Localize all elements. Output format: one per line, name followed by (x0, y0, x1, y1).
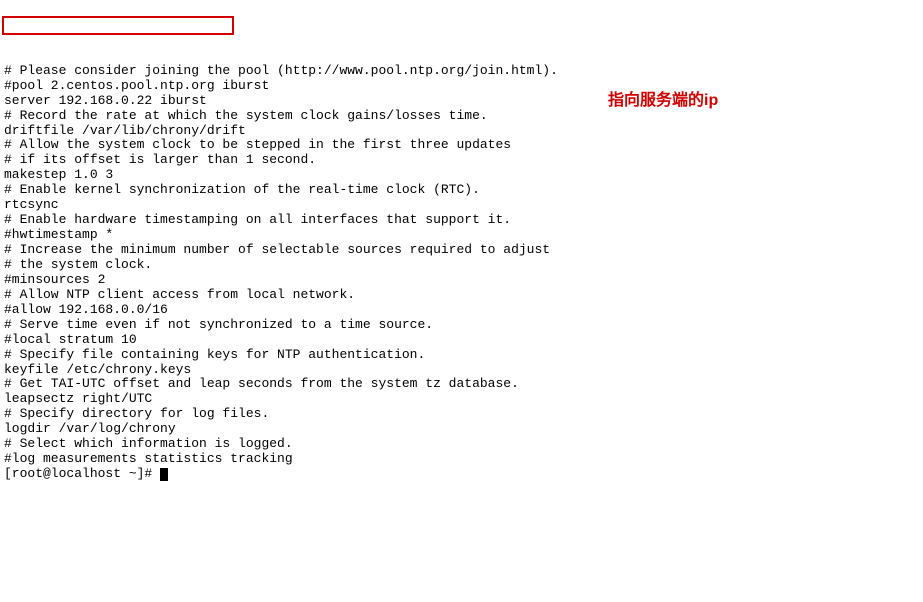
highlight-rectangle (2, 16, 234, 35)
terminal-line: # Please consider joining the pool (http… (4, 64, 919, 79)
terminal-line: # if its offset is larger than 1 second. (4, 153, 919, 168)
terminal-line: #minsources 2 (4, 273, 919, 288)
terminal-line: [root@localhost ~]# (4, 467, 919, 482)
terminal-line: # Serve time even if not synchronized to… (4, 318, 919, 333)
terminal-line: makestep 1.0 3 (4, 168, 919, 183)
terminal-line: # the system clock. (4, 258, 919, 273)
terminal-line: #allow 192.168.0.0/16 (4, 303, 919, 318)
terminal-line: # Select which information is logged. (4, 437, 919, 452)
terminal-line: #log measurements statistics tracking (4, 452, 919, 467)
terminal-line: # Get TAI-UTC offset and leap seconds fr… (4, 377, 919, 392)
terminal-line: rtcsync (4, 198, 919, 213)
terminal-line: # Record the rate at which the system cl… (4, 109, 919, 124)
terminal-line: # Enable hardware timestamping on all in… (4, 213, 919, 228)
terminal-line: #pool 2.centos.pool.ntp.org iburst (4, 79, 919, 94)
terminal-line: # Specify file containing keys for NTP a… (4, 348, 919, 363)
terminal-line: #local stratum 10 (4, 333, 919, 348)
cursor-icon (160, 468, 168, 481)
terminal-line: # Allow NTP client access from local net… (4, 288, 919, 303)
terminal-line: # Enable kernel synchronization of the r… (4, 183, 919, 198)
terminal-line: server 192.168.0.22 iburst (4, 94, 919, 109)
terminal-line: logdir /var/log/chrony (4, 422, 919, 437)
terminal-line: leapsectz right/UTC (4, 392, 919, 407)
terminal-line: # Allow the system clock to be stepped i… (4, 138, 919, 153)
terminal-line: driftfile /var/lib/chrony/drift (4, 124, 919, 139)
shell-prompt[interactable]: [root@localhost ~]# (4, 466, 160, 481)
terminal-line: keyfile /etc/chrony.keys (4, 363, 919, 378)
terminal-line: # Specify directory for log files. (4, 407, 919, 422)
terminal-line: #hwtimestamp * (4, 228, 919, 243)
terminal-line: # Increase the minimum number of selecta… (4, 243, 919, 258)
terminal-output: # Please consider joining the pool (http… (4, 64, 919, 482)
